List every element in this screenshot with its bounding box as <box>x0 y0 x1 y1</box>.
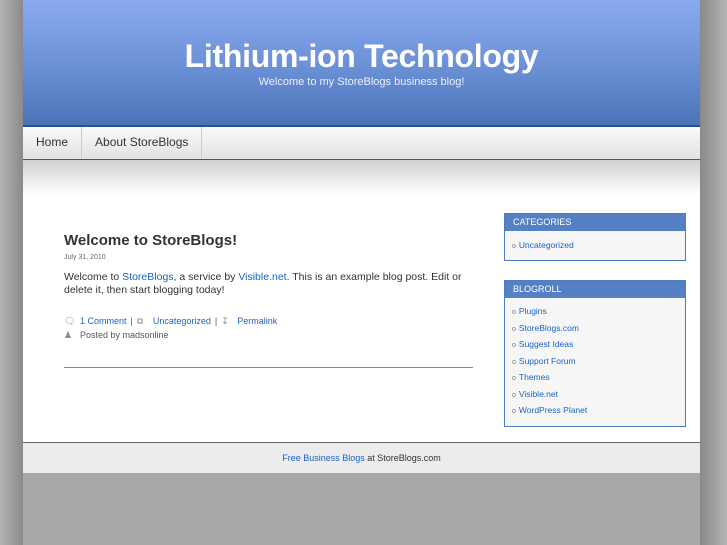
blogroll-link[interactable]: Visible.net <box>519 389 558 399</box>
blog-post: Welcome to StoreBlogs! July 31, 2010 Wel… <box>64 232 474 342</box>
permalink-link[interactable]: Permalink <box>237 316 277 326</box>
list-item: o Themes <box>512 370 678 387</box>
posted-by: Posted by madsonline <box>80 330 169 340</box>
free-business-blogs-link[interactable]: Free Business Blogs <box>282 453 365 463</box>
blogroll-link[interactable]: Themes <box>519 372 550 382</box>
categories-widget: CATEGORIES o Uncategorized <box>504 213 686 261</box>
header: Lithium-ion Technology Welcome to my Sto… <box>23 0 700 127</box>
post-date: July 31, 2010 <box>64 254 106 261</box>
comments-link[interactable]: 1 Comment <box>80 316 127 326</box>
blogroll-link[interactable]: Support Forum <box>519 356 576 366</box>
header-shadow-band <box>23 160 700 195</box>
post-text: , a service by <box>173 271 239 283</box>
separator: | <box>130 316 133 326</box>
nav-about-storeblogs[interactable]: About StoreBlogs <box>82 127 203 159</box>
separator: | <box>214 316 218 326</box>
blogroll-widget: BLOGROLL o Plugins o StoreBlogs.com o Sugge… <box>504 280 686 427</box>
blogroll-link[interactable]: StoreBlogs.com <box>519 323 579 333</box>
page-shadow-left <box>0 0 23 545</box>
post-body: Welcome to StoreBlogs, a service by Visi… <box>64 271 474 297</box>
visible-net-link[interactable]: Visible.net <box>238 271 286 283</box>
post-meta: 🗨 1 Comment | ⧉ Uncategorized | ↧ Permalink ♟ Po… <box>64 314 474 342</box>
blogroll-link[interactable]: Suggest Ideas <box>519 339 573 349</box>
footer: Free Business Blogs at StoreBlogs.com <box>23 442 700 473</box>
bullet-icon: o <box>512 375 516 382</box>
bullet-icon: o <box>512 243 516 250</box>
bullet-icon: o <box>512 408 516 415</box>
site-title[interactable]: Lithium-ion Technology <box>23 0 700 75</box>
list-item: o StoreBlogs.com <box>512 321 678 338</box>
permalink-icon: ↧ <box>221 316 229 326</box>
footer-text: at StoreBlogs.com <box>364 453 441 463</box>
list-item: o Uncategorized <box>512 238 678 255</box>
nav-bar: Home About StoreBlogs <box>23 127 700 160</box>
category-icon: ⧉ <box>136 316 144 326</box>
storeblogs-link[interactable]: StoreBlogs <box>122 271 173 283</box>
bullet-icon: o <box>512 342 516 349</box>
list-item: o Plugins <box>512 304 678 321</box>
category-link[interactable]: Uncategorized <box>519 240 574 250</box>
list-item: o Suggest Ideas <box>512 337 678 354</box>
page: Lithium-ion Technology Welcome to my Sto… <box>23 0 700 473</box>
bullet-icon: o <box>512 309 516 316</box>
list-item: o Visible.net <box>512 387 678 404</box>
blogroll-link[interactable]: Plugins <box>519 306 547 316</box>
bullet-icon: o <box>512 325 516 333</box>
blogroll-link[interactable]: WordPress Planet <box>519 405 587 415</box>
site-tagline: Welcome to my StoreBlogs business blog! <box>258 76 465 88</box>
post-text: Welcome to <box>64 271 123 283</box>
comment-icon: 🗨 <box>64 316 76 326</box>
list-item: o WordPress Planet <box>512 403 678 420</box>
user-icon: ♟ <box>64 330 73 340</box>
category-link[interactable]: Uncategorized <box>153 316 211 326</box>
widget-title: BLOGROLL <box>505 281 685 298</box>
post-title[interactable]: Welcome to StoreBlogs! <box>64 232 474 249</box>
bullet-icon: o <box>512 391 516 399</box>
widget-title: CATEGORIES <box>505 214 685 231</box>
bullet-icon: o <box>512 358 516 366</box>
page-shadow-right <box>700 0 727 545</box>
nav-home[interactable]: Home <box>23 127 83 159</box>
post-divider <box>64 367 473 368</box>
list-item: o Support Forum <box>512 354 678 371</box>
